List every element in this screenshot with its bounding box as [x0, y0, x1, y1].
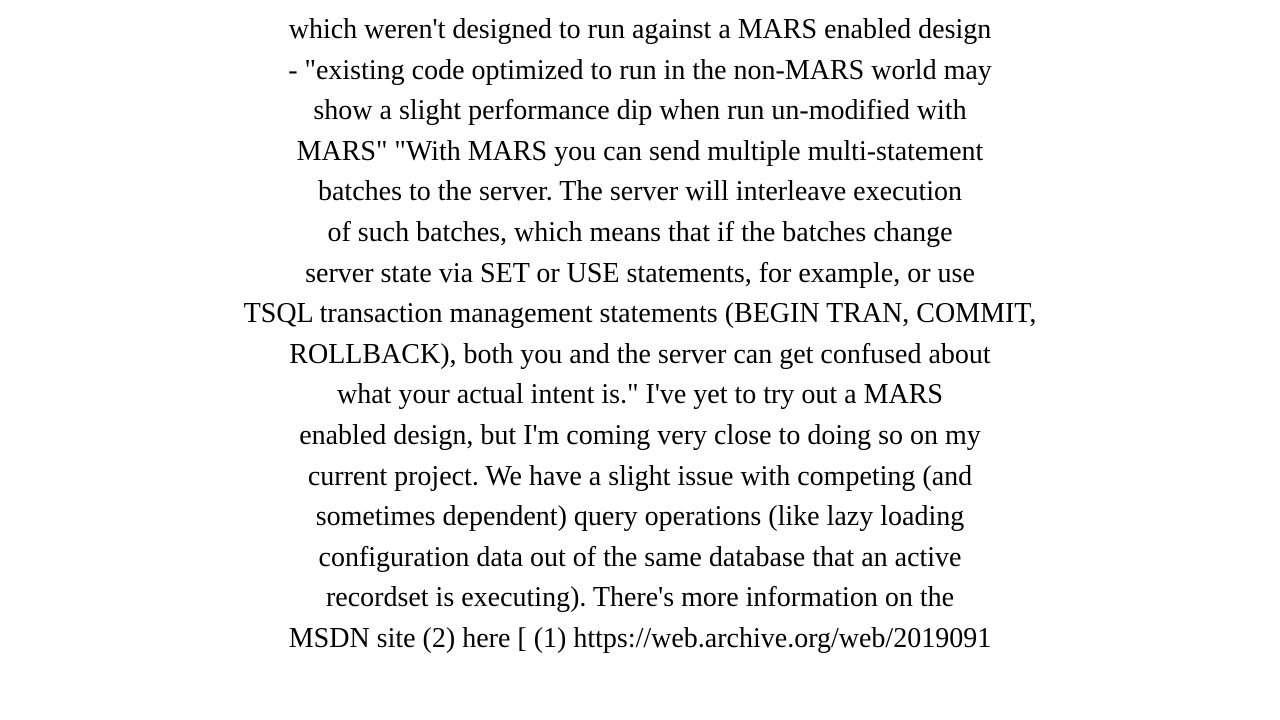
main-content: which weren't designed to run against a …: [0, 0, 1280, 670]
text-line: batches to the server. The server will i…: [30, 172, 1250, 213]
text-line: of such batches, which means that if the…: [30, 213, 1250, 254]
text-line: sometimes dependent) query operations (l…: [30, 497, 1250, 538]
text-line: what your actual intent is." I've yet to…: [30, 375, 1250, 416]
text-line: TSQL transaction management statements (…: [30, 294, 1250, 335]
text-line: server state via SET or USE statements, …: [30, 254, 1250, 295]
text-line: configuration data out of the same datab…: [30, 538, 1250, 579]
text-line: MSDN site (2) here [ (1) https://web.arc…: [30, 619, 1250, 660]
article-text: which weren't designed to run against a …: [30, 10, 1250, 660]
text-line: recordset is executing). There's more in…: [30, 578, 1250, 619]
text-line: MARS" "With MARS you can send multiple m…: [30, 132, 1250, 173]
text-line: show a slight performance dip when run u…: [30, 91, 1250, 132]
text-line: current project. We have a slight issue …: [30, 457, 1250, 498]
text-line: which weren't designed to run against a …: [30, 10, 1250, 51]
text-line: ROLLBACK), both you and the server can g…: [30, 335, 1250, 376]
text-line: - "existing code optimized to run in the…: [30, 51, 1250, 92]
text-line: enabled design, but I'm coming very clos…: [30, 416, 1250, 457]
